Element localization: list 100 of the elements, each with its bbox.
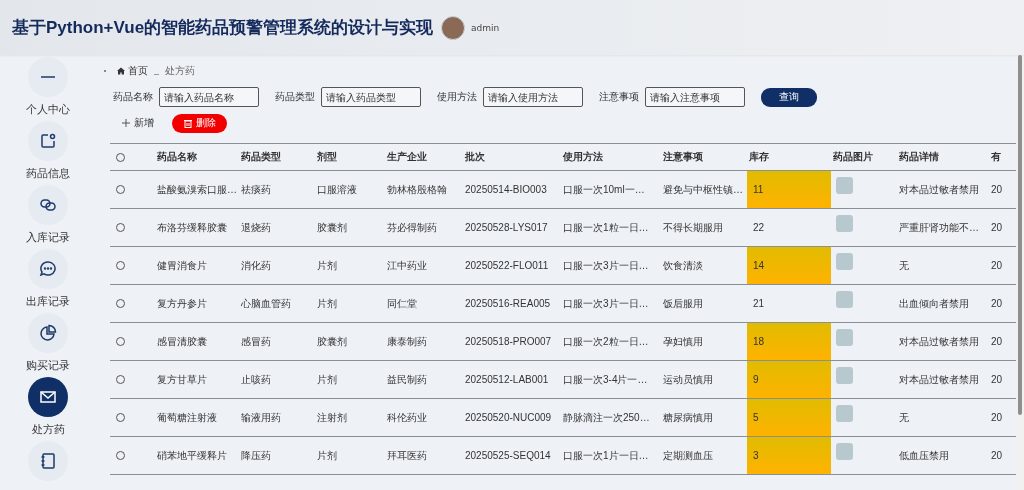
table-cell: 对本品过敏者禁用 bbox=[899, 372, 979, 387]
table-cell: 20 bbox=[991, 298, 1003, 309]
photo-placeholder bbox=[836, 177, 853, 194]
table-cell: 止咳药 bbox=[241, 372, 271, 387]
photo-placeholder bbox=[836, 367, 853, 384]
column-header: 药品图片 bbox=[833, 150, 873, 164]
table-cell: 口服一次3片一日… bbox=[563, 296, 649, 311]
column-header: 批次 bbox=[465, 150, 485, 164]
photo-placeholder bbox=[836, 215, 853, 232]
table-cell: 输液用药 bbox=[241, 410, 281, 425]
table-cell: 20250514-BIO003 bbox=[465, 184, 547, 195]
table-cell: 低血压禁用 bbox=[899, 448, 949, 463]
search-field[interactable]: 请输入药品名称 bbox=[159, 87, 259, 107]
envelope-icon[interactable] bbox=[28, 377, 68, 417]
chain-link-icon[interactable] bbox=[28, 185, 68, 225]
table-cell: 胶囊剂 bbox=[317, 334, 347, 349]
table-cell: 拜耳医药 bbox=[387, 448, 427, 463]
table-cell: 20250522-FLO011 bbox=[465, 260, 549, 271]
add-button[interactable]: 新增 bbox=[118, 116, 158, 130]
user-name[interactable]: admin bbox=[471, 22, 500, 33]
table-cell: 20 bbox=[991, 412, 1003, 423]
field-label: 注意事项 bbox=[599, 90, 639, 104]
table-cell: 对本品过敏者禁用 bbox=[899, 334, 979, 349]
table-cell: 同仁堂 bbox=[387, 296, 417, 311]
table-cell: 20250525-SEQ014 bbox=[465, 450, 551, 461]
sidebar-item[interactable]: 出库记录 bbox=[26, 294, 70, 308]
table-cell: 避免与中枢性镇… bbox=[663, 182, 743, 197]
table-cell: 口服一次10ml一… bbox=[563, 182, 645, 197]
sidebar-item[interactable]: 入库记录 bbox=[26, 230, 70, 244]
search-button[interactable]: 查询 bbox=[761, 87, 817, 107]
card-icon[interactable] bbox=[28, 121, 68, 161]
table-cell: 20 bbox=[991, 184, 1003, 195]
stock-cell: 18 bbox=[747, 323, 831, 360]
breadcrumb-link[interactable]: 首页 bbox=[128, 64, 148, 78]
table-cell: 20 bbox=[991, 222, 1003, 233]
field-label: 使用方法 bbox=[437, 90, 477, 104]
photo-placeholder bbox=[836, 443, 853, 460]
table-cell: 20 bbox=[991, 336, 1003, 347]
table-cell: 复方丹参片 bbox=[157, 296, 207, 311]
table-cell: 片剂 bbox=[317, 448, 337, 463]
table-cell: 20 bbox=[991, 374, 1003, 385]
table-cell: 口服一次3-4片一… bbox=[563, 372, 648, 387]
table-cell: 饮食清淡 bbox=[663, 258, 703, 273]
table-cell: 江中药业 bbox=[387, 258, 427, 273]
plus-icon bbox=[122, 119, 130, 127]
search-field[interactable]: 请输入药品类型 bbox=[321, 87, 421, 107]
search-field[interactable]: 请输入注意事项 bbox=[645, 87, 745, 107]
table-cell: 饭后服用 bbox=[663, 296, 703, 311]
notebook-icon[interactable] bbox=[28, 441, 68, 481]
photo-placeholder bbox=[836, 253, 853, 270]
table-cell: 无 bbox=[899, 258, 909, 273]
field-label: 药品名称 bbox=[113, 90, 153, 104]
table-cell: 康泰制药 bbox=[387, 334, 427, 349]
trash-icon bbox=[183, 118, 192, 128]
sidebar-item[interactable]: 药品信息 bbox=[26, 166, 70, 180]
table-cell: 退烧药 bbox=[241, 220, 271, 235]
table-cell: 盐酸氨溴索口服… bbox=[157, 182, 237, 197]
table-cell: 片剂 bbox=[317, 296, 337, 311]
table-cell: 无 bbox=[899, 410, 909, 425]
chat-bubble-icon[interactable] bbox=[28, 249, 68, 289]
stock-cell: 14 bbox=[747, 247, 831, 284]
table-cell: 健胃消食片 bbox=[157, 258, 207, 273]
column-header: 库存 bbox=[749, 150, 769, 164]
table-cell: 20250516-REA005 bbox=[465, 298, 551, 309]
photo-placeholder bbox=[836, 405, 853, 422]
table-cell: 严重肝肾功能不… bbox=[899, 220, 979, 235]
table-cell: 口服一次1粒一日… bbox=[563, 220, 649, 235]
table-cell: 对本品过敏者禁用 bbox=[899, 182, 979, 197]
column-header: 药品名称 bbox=[157, 150, 197, 164]
avatar-icon[interactable] bbox=[441, 15, 466, 40]
table-cell: 复方甘草片 bbox=[157, 372, 207, 387]
table-cell: 硝苯地平缓释片 bbox=[157, 448, 227, 463]
delete-button[interactable]: 删除 bbox=[172, 113, 227, 133]
table-cell: 益民制药 bbox=[387, 372, 427, 387]
pie-chart-icon[interactable] bbox=[28, 313, 68, 353]
scrollbar[interactable] bbox=[1016, 55, 1024, 490]
table-cell: 20 bbox=[991, 450, 1003, 461]
app-title: 基于Python+Vue的智能药品预警管理系统的设计与实现 bbox=[12, 17, 434, 39]
table-cell: 感冒清胶囊 bbox=[157, 334, 207, 349]
column-header: 剂型 bbox=[317, 150, 337, 164]
sidebar-item[interactable]: 购买记录 bbox=[26, 358, 70, 372]
search-field[interactable]: 请输入使用方法 bbox=[483, 87, 583, 107]
home-icon[interactable] bbox=[117, 67, 125, 75]
photo-placeholder bbox=[836, 329, 853, 346]
sidebar-item[interactable]: 个人中心 bbox=[26, 102, 70, 116]
table-cell: 口服溶液 bbox=[317, 182, 357, 197]
table-cell: 20250512-LAB001 bbox=[465, 374, 549, 385]
sidebar-item[interactable]: 处方药 bbox=[31, 422, 65, 436]
breadcrumb-separator bbox=[154, 73, 159, 75]
table-cell: 胶囊剂 bbox=[317, 220, 347, 235]
stock-cell: 5 bbox=[747, 399, 831, 436]
table-cell: 布洛芬缓释胶囊 bbox=[157, 220, 227, 235]
column-header: 生产企业 bbox=[387, 150, 427, 164]
stock-cell: 11 bbox=[747, 171, 831, 208]
table-cell: 定期测血压 bbox=[663, 448, 713, 463]
table-cell: 葡萄糖注射液 bbox=[157, 410, 217, 425]
column-header: 有 bbox=[991, 150, 1001, 164]
table-cell: 不得长期服用 bbox=[663, 220, 723, 235]
table-cell: 祛痰药 bbox=[241, 182, 271, 197]
column-header: 药品类型 bbox=[241, 150, 281, 164]
